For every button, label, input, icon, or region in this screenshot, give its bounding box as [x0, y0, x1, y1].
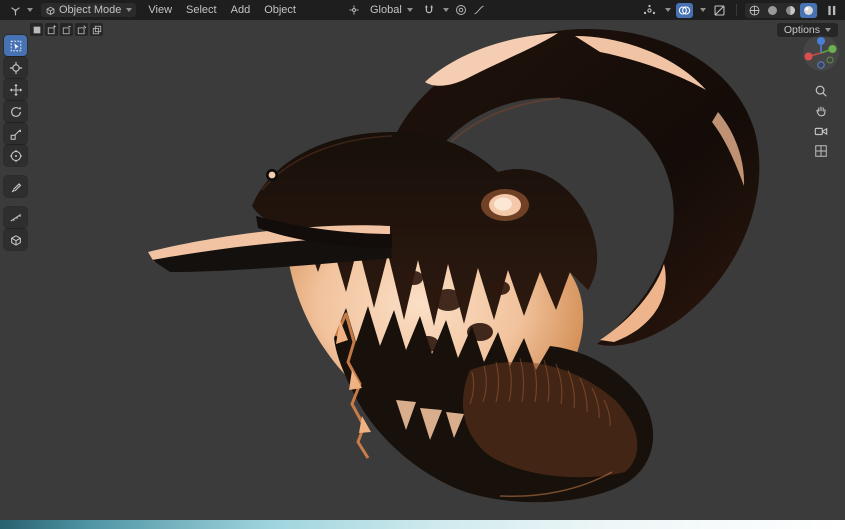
- toolbar-gap: [4, 198, 27, 206]
- transform-settings-cluster: Global: [348, 3, 485, 17]
- chevron-down-icon[interactable]: [665, 8, 671, 12]
- eye-socket-glow: [481, 189, 529, 221]
- tool-cursor[interactable]: [4, 57, 27, 78]
- overlays-icon[interactable]: [676, 3, 693, 18]
- editor-type-3d-viewport-icon: [9, 4, 22, 17]
- toolbar-gap: [4, 167, 27, 175]
- shading-wireframe-icon[interactable]: [746, 3, 763, 18]
- tool-rotate[interactable]: [4, 101, 27, 122]
- divider: [736, 4, 737, 16]
- falloff-curve-icon[interactable]: [473, 4, 485, 16]
- tool-transform[interactable]: [4, 145, 27, 166]
- proportional-editing-icon[interactable]: [455, 4, 467, 16]
- shading-solid-icon[interactable]: [764, 3, 781, 18]
- tool-shelf: [4, 35, 27, 250]
- tool-scale[interactable]: [4, 123, 27, 144]
- select-intersect-icon[interactable]: [90, 23, 103, 36]
- chevron-down-icon: [407, 8, 413, 12]
- menu-bar: View Select Add Object: [142, 3, 302, 17]
- menu-select[interactable]: Select: [180, 3, 223, 17]
- blender-window: Object Mode View Select Add Object Globa…: [0, 0, 845, 529]
- tool-settings-row: [30, 23, 103, 36]
- zoom-icon[interactable]: [810, 82, 832, 100]
- editor-type-dropdown[interactable]: [5, 3, 37, 18]
- object-mode-icon: [45, 5, 56, 16]
- nostril-glow: [269, 172, 276, 179]
- shading-rendered-icon[interactable]: [800, 3, 817, 18]
- orientation-label: Global: [370, 4, 402, 16]
- chevron-down-icon[interactable]: [443, 8, 449, 12]
- viewport-display-cluster: [641, 3, 840, 18]
- tool-select-box[interactable]: [4, 35, 27, 56]
- chevron-down-icon: [27, 8, 33, 12]
- tool-measure[interactable]: [4, 207, 27, 228]
- mode-label: Object Mode: [59, 4, 121, 16]
- viewport-header: Object Mode View Select Add Object Globa…: [0, 0, 845, 20]
- snap-magnet-icon[interactable]: [423, 4, 435, 16]
- axis-orbit-gizmo[interactable]: [802, 34, 840, 72]
- pan-hand-icon[interactable]: [810, 102, 832, 120]
- select-subtract-icon[interactable]: [60, 23, 73, 36]
- mode-dropdown[interactable]: Object Mode: [41, 3, 136, 17]
- chevron-down-icon: [126, 8, 132, 12]
- xray-icon[interactable]: [711, 3, 728, 18]
- axis-z-neg-handle[interactable]: [818, 62, 824, 68]
- menu-object[interactable]: Object: [258, 3, 302, 17]
- axis-z-handle[interactable]: [817, 37, 825, 45]
- orthographic-grid-icon[interactable]: [810, 142, 832, 160]
- menu-add[interactable]: Add: [225, 3, 257, 17]
- select-set-icon[interactable]: [30, 23, 43, 36]
- axis-y-handle[interactable]: [829, 45, 837, 53]
- gizmo-icon[interactable]: [641, 3, 658, 18]
- chevron-down-icon[interactable]: [700, 8, 706, 12]
- axis-y-neg-handle[interactable]: [827, 57, 833, 63]
- pause-icon[interactable]: [823, 3, 840, 18]
- transform-pivot-icon[interactable]: [348, 4, 360, 16]
- tool-annotate[interactable]: [4, 176, 27, 197]
- chevron-down-icon: [825, 28, 831, 32]
- navigation-gizmos: [802, 34, 840, 160]
- camera-view-icon[interactable]: [810, 122, 832, 140]
- shading-material-icon[interactable]: [782, 3, 799, 18]
- tool-move[interactable]: [4, 79, 27, 100]
- menu-view[interactable]: View: [142, 3, 178, 17]
- select-extend-icon[interactable]: [45, 23, 58, 36]
- orientation-dropdown[interactable]: Global: [366, 3, 417, 17]
- 3d-viewport: Options: [0, 20, 845, 520]
- bottom-edge-strip: [0, 520, 845, 529]
- viewport-canvas[interactable]: [0, 20, 845, 520]
- axis-x-handle[interactable]: [805, 53, 813, 61]
- shading-mode-group: [745, 3, 818, 18]
- tool-add-cube[interactable]: [4, 229, 27, 250]
- select-invert-icon[interactable]: [75, 23, 88, 36]
